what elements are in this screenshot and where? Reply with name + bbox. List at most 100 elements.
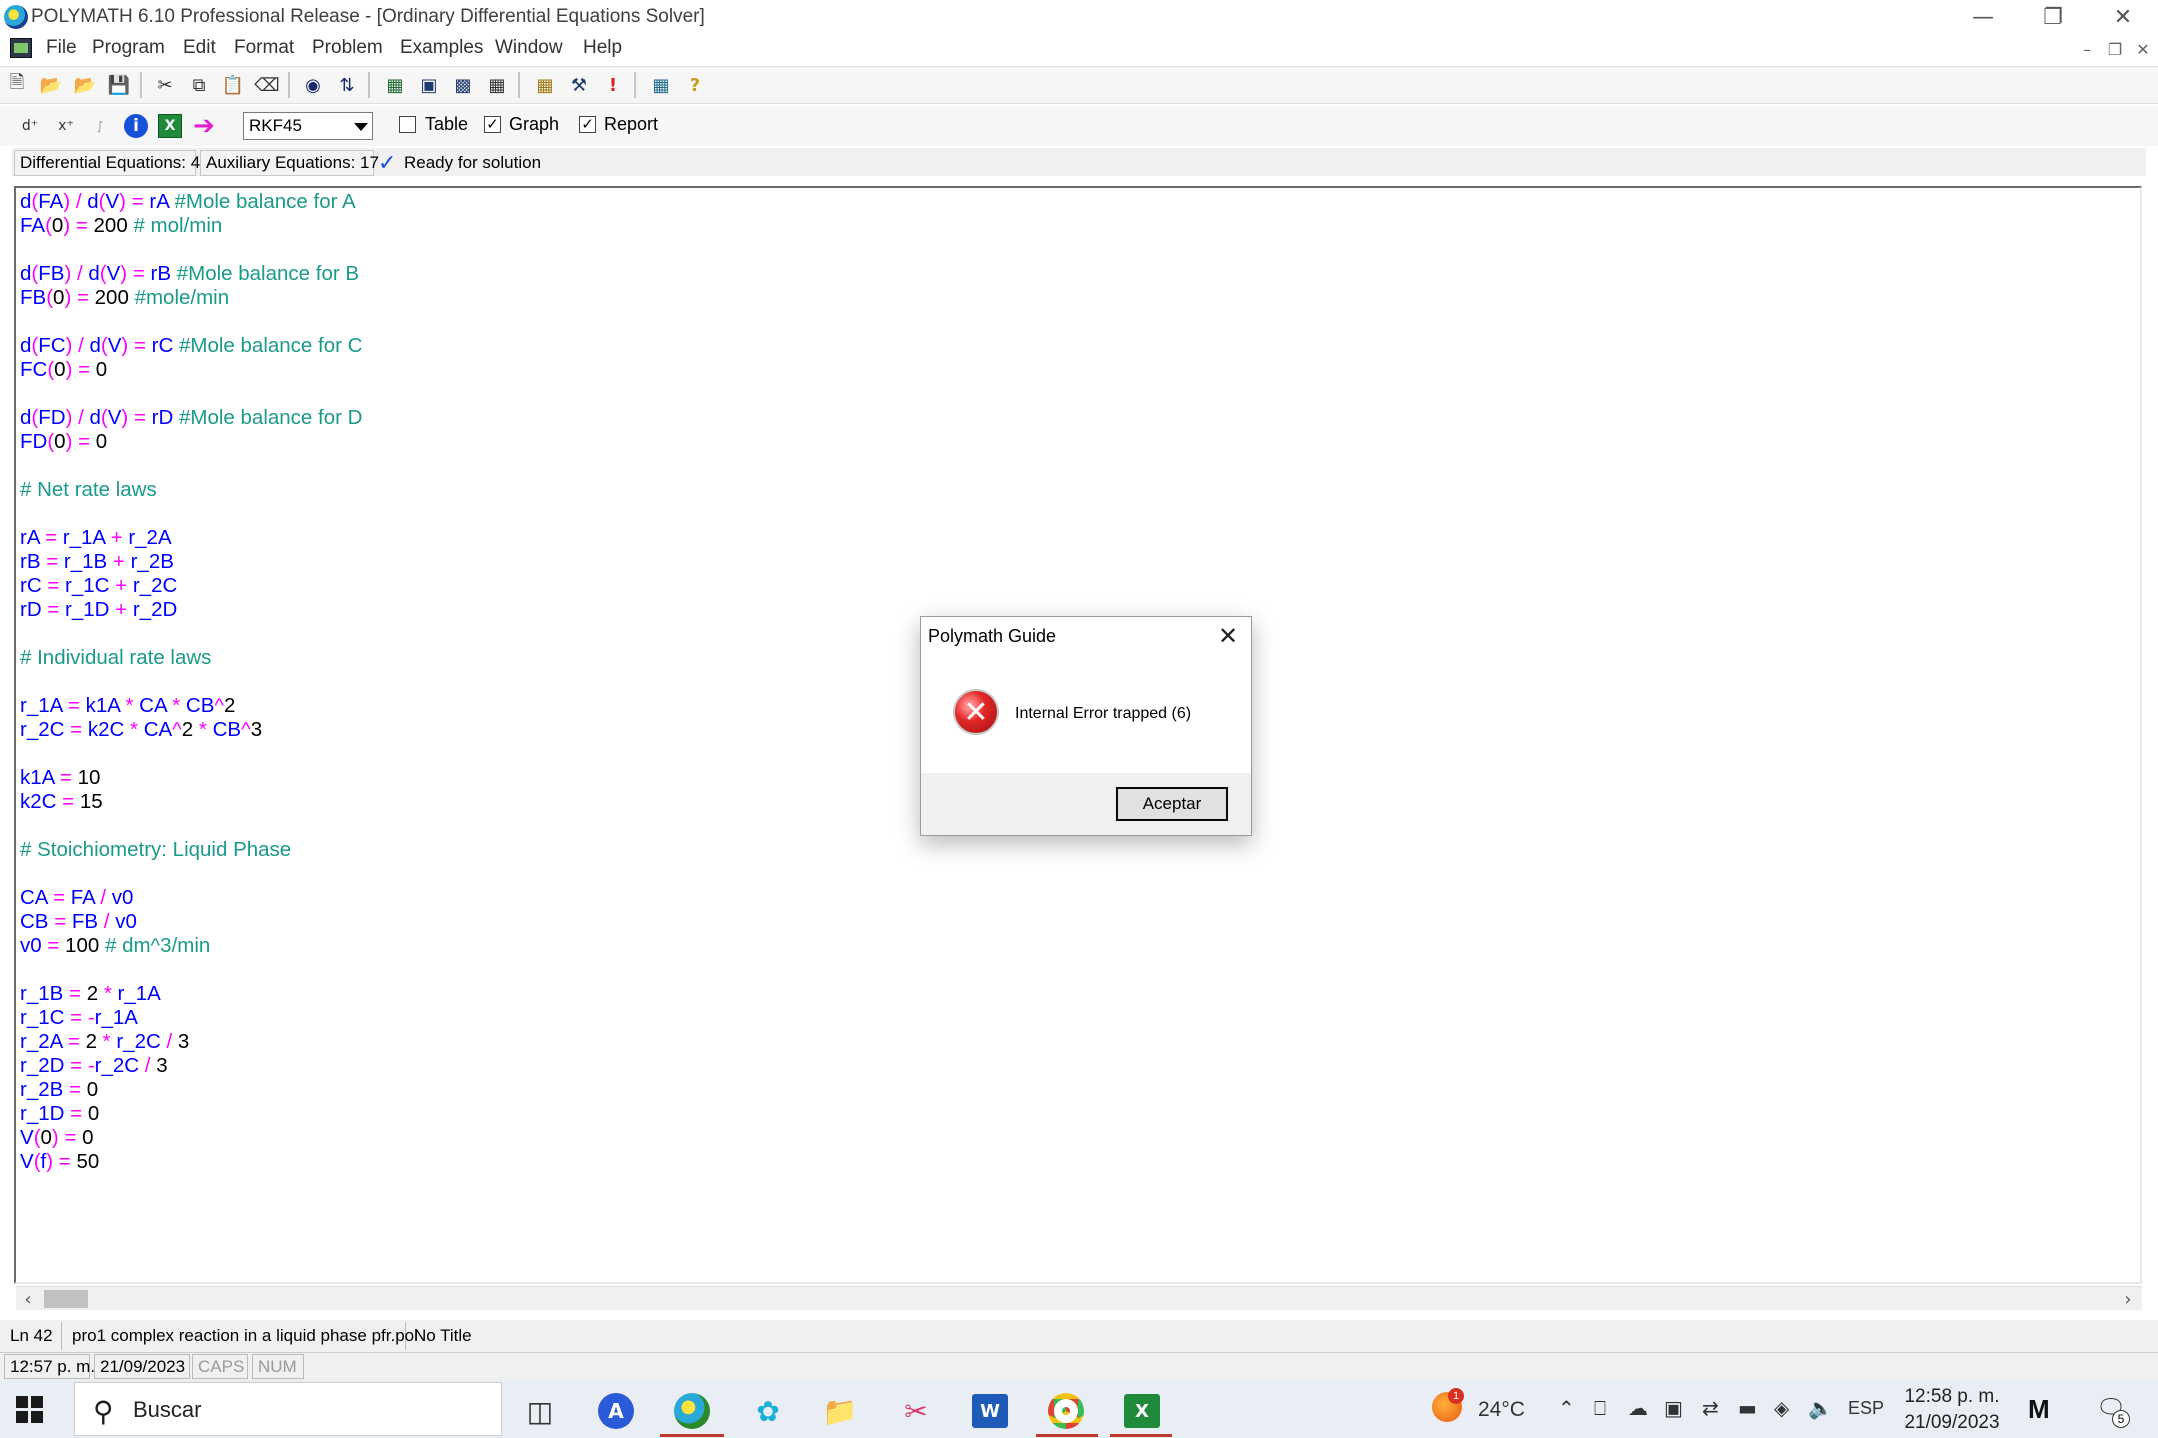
code-line[interactable]: FA(0) = 200 # mol/min (20, 214, 222, 238)
arrow-right-icon[interactable]: ➔ (190, 111, 218, 141)
code-line[interactable]: rD = r_1D + r_2D (20, 598, 177, 622)
menu-examples[interactable]: Examples (400, 37, 483, 59)
paste-icon[interactable]: 📋 (220, 72, 246, 98)
new-file-icon[interactable]: 🗎 (4, 72, 30, 98)
regression-icon[interactable]: ▩ (450, 72, 476, 98)
code-line[interactable]: rC = r_1C + r_2C (20, 574, 177, 598)
table-grid-icon[interactable]: ▦ (484, 72, 510, 98)
polymath-taskbar-icon[interactable] (668, 1388, 716, 1434)
code-line[interactable]: r_1D = 0 (20, 1102, 99, 1126)
code-line[interactable]: r_2C = k2C * CA^2 * CB^3 (20, 718, 262, 742)
code-line[interactable]: rB = r_1B + r_2B (20, 550, 174, 574)
chrome-icon[interactable] (1042, 1388, 1090, 1434)
report-checkbox[interactable]: ✓ (579, 116, 596, 133)
add-differential-eq-icon[interactable]: d⁺ (16, 112, 44, 140)
code-line[interactable]: r_2A = 2 * r_2C / 3 (20, 1030, 189, 1054)
code-line[interactable]: FB(0) = 200 #mole/min (20, 286, 229, 310)
mdi-restore-icon[interactable]: ❐ (2102, 38, 2128, 60)
horizontal-scrollbar[interactable]: ‹ › (16, 1286, 2142, 1310)
snipping-tool-icon[interactable]: ✂ (892, 1388, 940, 1434)
error-dialog[interactable]: Polymath Guide ✕ ✕ Internal Error trappe… (920, 616, 1252, 836)
scrollbar-thumb[interactable] (44, 1290, 88, 1308)
eraser-icon[interactable]: ⌫ (254, 72, 280, 98)
report-checkbox-label[interactable]: Report (604, 114, 658, 135)
mdi-minimize-icon[interactable]: – (2074, 38, 2100, 60)
info-icon[interactable]: i (122, 112, 150, 140)
weather-temp[interactable]: 24°C (1478, 1398, 1525, 1422)
accept-button[interactable]: Aceptar (1116, 787, 1228, 821)
add-explicit-eq-icon[interactable]: x⁺ (52, 112, 80, 140)
open-example-icon[interactable]: 📂 (72, 72, 98, 98)
onedrive-icon[interactable]: ☁ (1628, 1396, 1648, 1420)
table-checkbox-label[interactable]: Table (425, 114, 468, 135)
start-button[interactable] (16, 1396, 44, 1424)
language-indicator[interactable]: ESP (1848, 1398, 1884, 1419)
open-folder-icon[interactable]: 📂 (38, 72, 64, 98)
clock-date[interactable]: 21/09/2023 (1894, 1412, 2010, 1434)
code-line[interactable]: d(FC) / d(V) = rC #Mole balance for C (20, 334, 362, 358)
code-line[interactable]: r_2D = -r_2C / 3 (20, 1054, 168, 1078)
close-window-button[interactable]: ✕ (2088, 0, 2158, 34)
code-line[interactable]: CB = FB / v0 (20, 910, 137, 934)
graph-checkbox[interactable]: ✓ (484, 116, 501, 133)
help-question-icon[interactable]: ? (682, 72, 708, 98)
menu-edit[interactable]: Edit (183, 37, 216, 59)
menu-program[interactable]: Program (92, 37, 165, 59)
code-line[interactable]: # Stoichiometry: Liquid Phase (20, 838, 291, 862)
code-line[interactable]: V(0) = 0 (20, 1126, 94, 1150)
code-line[interactable]: r_1A = k1A * CA * CB^2 (20, 694, 235, 718)
taskbar-search[interactable]: ⚲ Buscar (74, 1382, 502, 1436)
code-line[interactable]: FC(0) = 0 (20, 358, 107, 382)
integration-method-select[interactable]: RKF45 (243, 112, 373, 140)
graph-checkbox-label[interactable]: Graph (509, 114, 559, 135)
code-line[interactable]: d(FD) / d(V) = rD #Mole balance for D (20, 406, 362, 430)
copy-icon[interactable]: ⧉ (186, 72, 212, 98)
code-line[interactable]: d(FB) / d(V) = rB #Mole balance for B (20, 262, 359, 286)
save-icon[interactable]: 💾 (106, 72, 132, 98)
menu-problem[interactable]: Problem (312, 37, 383, 59)
code-line[interactable]: k2C = 15 (20, 790, 103, 814)
excel-icon[interactable]: X (1118, 1388, 1166, 1434)
volume-muted-icon[interactable]: 🔈 (1808, 1396, 1833, 1420)
tray-chevron-up-icon[interactable]: ⌃ (1558, 1396, 1575, 1420)
word-icon[interactable]: W (966, 1388, 1014, 1434)
cut-icon[interactable]: ✂ (152, 72, 178, 98)
battery-icon[interactable]: ▬ (1738, 1396, 1757, 1420)
restore-button[interactable]: ❐ (2018, 0, 2088, 34)
minimize-button[interactable]: — (1948, 0, 2018, 34)
scroll-right-icon[interactable]: › (2116, 1287, 2140, 1311)
code-line[interactable]: k1A = 10 (20, 766, 100, 790)
graph-window-icon[interactable]: ▦ (382, 72, 408, 98)
calculator-icon[interactable]: ▦ (532, 72, 558, 98)
menu-help[interactable]: Help (583, 37, 622, 59)
task-view-icon[interactable]: ◫ (516, 1388, 564, 1434)
spreadsheet-icon[interactable]: ▦ (648, 72, 674, 98)
table-checkbox[interactable] (399, 116, 416, 133)
code-line[interactable]: rA = r_1A + r_2A (20, 526, 172, 550)
code-line[interactable]: FD(0) = 0 (20, 430, 107, 454)
dialog-close-icon[interactable]: ✕ (1211, 621, 1245, 651)
code-line[interactable]: r_1B = 2 * r_1A (20, 982, 161, 1006)
ini-fin-icon[interactable]: ∫ (86, 112, 114, 140)
title-bar[interactable]: POLYMATH 6.10 Professional Release - [Or… (0, 0, 2158, 34)
code-line[interactable]: d(FA) / d(V) = rA #Mole balance for A (20, 190, 356, 214)
replace-icon[interactable]: ⇅ (334, 72, 360, 98)
code-line[interactable]: r_1C = -r_1A (20, 1006, 138, 1030)
code-line[interactable]: # Net rate laws (20, 478, 157, 502)
display-icon[interactable]: ▣ (1664, 1396, 1683, 1420)
clock-time[interactable]: 12:58 p. m. (1894, 1386, 2010, 1408)
menu-file[interactable]: File (46, 37, 77, 59)
excel-export-icon[interactable]: X (156, 112, 184, 140)
document-icon[interactable] (10, 38, 32, 58)
code-line[interactable]: CA = FA / v0 (20, 886, 133, 910)
file-explorer-icon[interactable]: 📁 (816, 1388, 864, 1434)
meet-now-icon[interactable]: ⎕ (1594, 1396, 1606, 1420)
m-app-icon[interactable]: M (2028, 1394, 2050, 1425)
accessibility-app-icon[interactable]: A (592, 1388, 640, 1434)
solve-exclamation-icon[interactable]: ! (600, 72, 626, 98)
mdi-close-icon[interactable]: ✕ (2130, 38, 2156, 60)
linear-eq-icon[interactable]: ▣ (416, 72, 442, 98)
tools-icon[interactable]: ⚒ (566, 72, 592, 98)
code-line[interactable]: v0 = 100 # dm^3/min (20, 934, 210, 958)
menu-format[interactable]: Format (234, 37, 294, 59)
